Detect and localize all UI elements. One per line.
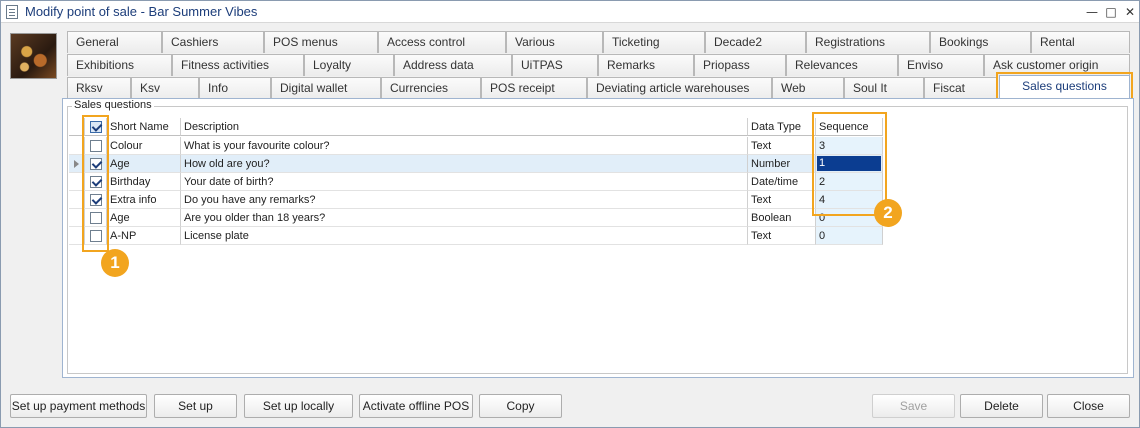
tab-loyalty[interactable]: Loyalty bbox=[304, 54, 394, 76]
data-type-cell[interactable]: Text bbox=[748, 137, 816, 155]
data-type-cell[interactable]: Text bbox=[748, 227, 816, 245]
short-name-cell[interactable]: Age bbox=[107, 155, 181, 173]
data-type-cell[interactable]: Text bbox=[748, 191, 816, 209]
setup-locally-button[interactable]: Set up locally bbox=[244, 394, 353, 418]
description-cell[interactable]: Are you older than 18 years? bbox=[181, 209, 748, 227]
tab-soul-it[interactable]: Soul It bbox=[844, 77, 924, 99]
title-bar: Modify point of sale - Bar Summer Vibes … bbox=[1, 1, 1139, 23]
column-header-short-name[interactable]: Short Name bbox=[107, 118, 181, 136]
table-row[interactable]: Birthday Your date of birth? Date/time 2 bbox=[69, 173, 883, 191]
tab-general[interactable]: General bbox=[67, 31, 162, 53]
short-name-cell[interactable]: Birthday bbox=[107, 173, 181, 191]
description-cell[interactable]: How old are you? bbox=[181, 155, 748, 173]
short-name-cell[interactable]: Age bbox=[107, 209, 181, 227]
callout-badge-2: 2 bbox=[874, 199, 902, 227]
checkbox-column-highlight bbox=[82, 115, 109, 252]
tab-cashiers[interactable]: Cashiers bbox=[162, 31, 264, 53]
tab-ksv[interactable]: Ksv bbox=[131, 77, 199, 99]
tab-address-data[interactable]: Address data bbox=[394, 54, 512, 76]
description-cell[interactable]: Your date of birth? bbox=[181, 173, 748, 191]
table-row[interactable]: A-NP License plate Text 0 bbox=[69, 227, 883, 245]
close-button[interactable]: Close bbox=[1047, 394, 1130, 418]
tab-bookings[interactable]: Bookings bbox=[930, 31, 1031, 53]
tab-priopass[interactable]: Priopass bbox=[694, 54, 786, 76]
tab-info[interactable]: Info bbox=[199, 77, 271, 99]
tab-remarks[interactable]: Remarks bbox=[598, 54, 694, 76]
data-type-cell[interactable]: Boolean bbox=[748, 209, 816, 227]
window-title: Modify point of sale - Bar Summer Vibes bbox=[25, 4, 258, 19]
copy-button[interactable]: Copy bbox=[479, 394, 562, 418]
document-icon bbox=[6, 5, 18, 19]
current-row-arrow-icon bbox=[74, 160, 79, 168]
tab-pos-menus[interactable]: POS menus bbox=[264, 31, 378, 53]
description-cell[interactable]: What is your favourite colour? bbox=[181, 137, 748, 155]
tab-enviso[interactable]: Enviso bbox=[898, 54, 984, 76]
description-cell[interactable]: License plate bbox=[181, 227, 748, 245]
tab-web[interactable]: Web bbox=[772, 77, 844, 99]
column-header-description[interactable]: Description bbox=[181, 118, 748, 136]
sequence-column-highlight bbox=[812, 112, 887, 216]
tab-ticketing[interactable]: Ticketing bbox=[603, 31, 705, 53]
tab-rental[interactable]: Rental bbox=[1031, 31, 1130, 53]
tab-uitpas[interactable]: UiTPAS bbox=[512, 54, 598, 76]
column-header-data-type[interactable]: Data Type bbox=[748, 118, 816, 136]
tab-fiscat[interactable]: Fiscat bbox=[924, 77, 998, 99]
tab-registrations[interactable]: Registrations bbox=[806, 31, 930, 53]
tab-digital-wallet[interactable]: Digital wallet bbox=[271, 77, 381, 99]
maximize-icon[interactable]: □ bbox=[1102, 3, 1120, 21]
setup-payment-methods-button[interactable]: Set up payment methods bbox=[10, 394, 147, 418]
short-name-cell[interactable]: A-NP bbox=[107, 227, 181, 245]
tab-currencies[interactable]: Currencies bbox=[381, 77, 481, 99]
close-icon[interactable]: ✕ bbox=[1121, 3, 1139, 21]
tab-rksv[interactable]: Rksv bbox=[67, 77, 131, 99]
tab-various[interactable]: Various bbox=[506, 31, 603, 53]
setup-button[interactable]: Set up bbox=[154, 394, 237, 418]
table-row-selected[interactable]: Age How old are you? Number 1 bbox=[69, 155, 883, 173]
data-type-cell[interactable]: Number bbox=[748, 155, 816, 173]
minimize-icon[interactable]: — bbox=[1083, 3, 1101, 21]
data-type-cell[interactable]: Date/time bbox=[748, 173, 816, 191]
callout-badge-1: 1 bbox=[101, 249, 129, 277]
table-row[interactable]: Extra info Do you have any remarks? Text… bbox=[69, 191, 883, 209]
save-button[interactable]: Save bbox=[872, 394, 955, 418]
activate-offline-pos-button[interactable]: Activate offline POS bbox=[359, 394, 473, 418]
tab-exhibitions[interactable]: Exhibitions bbox=[67, 54, 172, 76]
description-cell[interactable]: Do you have any remarks? bbox=[181, 191, 748, 209]
tab-relevances[interactable]: Relevances bbox=[786, 54, 898, 76]
sequence-cell[interactable]: 0 bbox=[816, 227, 883, 245]
short-name-cell[interactable]: Extra info bbox=[107, 191, 181, 209]
table-row[interactable]: Colour What is your favourite colour? Te… bbox=[69, 137, 883, 155]
tab-deviating-article-warehouses[interactable]: Deviating article warehouses bbox=[587, 77, 772, 99]
tab-access-control[interactable]: Access control bbox=[378, 31, 506, 53]
tab-pos-receipt[interactable]: POS receipt bbox=[481, 77, 587, 99]
delete-button[interactable]: Delete bbox=[960, 394, 1043, 418]
tab-fitness-activities[interactable]: Fitness activities bbox=[172, 54, 304, 76]
short-name-cell[interactable]: Colour bbox=[107, 137, 181, 155]
table-row[interactable]: Age Are you older than 18 years? Boolean… bbox=[69, 209, 883, 227]
group-label: Sales questions bbox=[72, 99, 154, 111]
tab-decade2[interactable]: Decade2 bbox=[705, 31, 806, 53]
pos-thumbnail-image bbox=[10, 33, 57, 79]
grid-header-row: Short Name Description Data Type Sequenc… bbox=[69, 118, 883, 136]
